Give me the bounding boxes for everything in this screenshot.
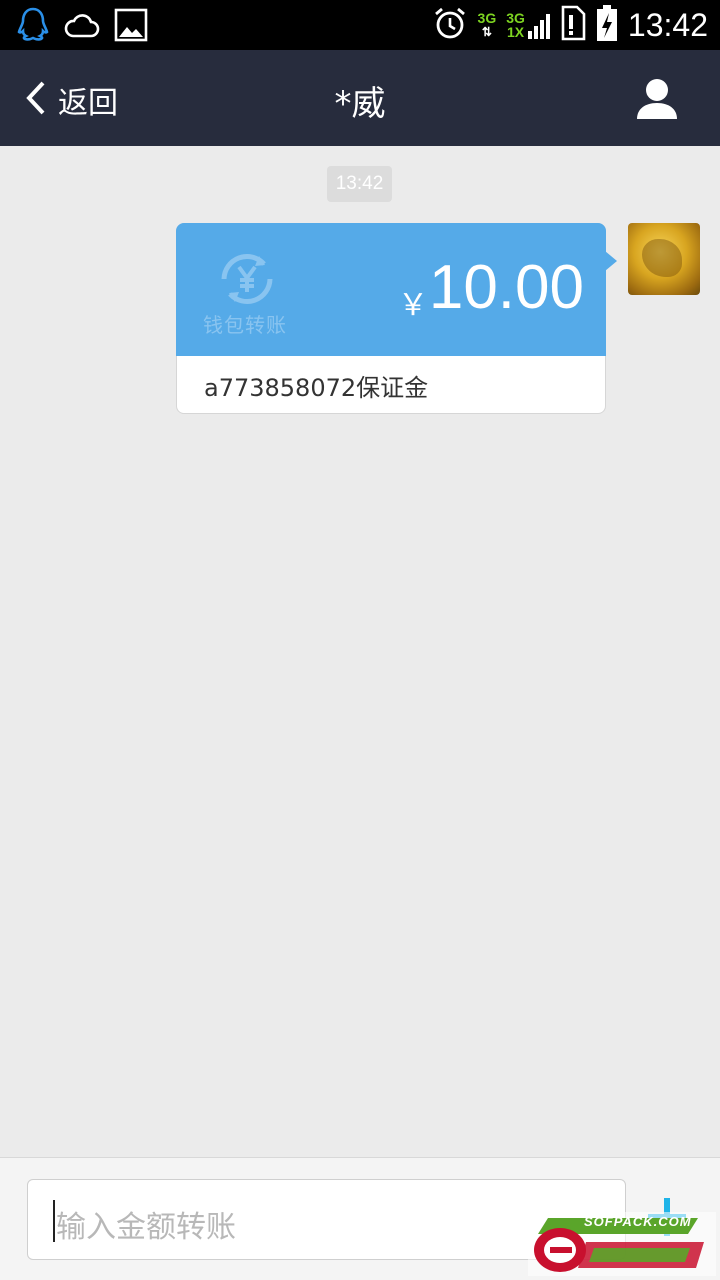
- status-bar: 3G ⇅ 3G 1X 13:42: [0, 0, 720, 50]
- transfer-note: a773858072保证金: [204, 374, 429, 402]
- message-timestamp: 13:42: [327, 166, 392, 202]
- profile-button[interactable]: [636, 76, 678, 124]
- transfer-card[interactable]: 钱包转账 ￥ 10.00 a773858072保证金: [176, 223, 617, 414]
- cloud-icon: [64, 11, 100, 43]
- watermark-logo: SOFPACK.COM: [528, 1212, 716, 1276]
- bubble-tail: [605, 251, 617, 271]
- chat-title: *威: [334, 84, 386, 124]
- gallery-icon: [114, 8, 148, 46]
- network-3g-1x: 3G 1X: [506, 11, 550, 39]
- clock: 13:42: [627, 7, 708, 43]
- transfer-amount: 10.00: [428, 253, 584, 322]
- notification-icons: [16, 6, 148, 48]
- watermark-text: SOFPACK.COM: [584, 1214, 692, 1229]
- profile-icon: [636, 79, 678, 124]
- sim-alert-icon: [560, 5, 586, 45]
- transfer-card-header: 钱包转账 ￥ 10.00: [176, 223, 606, 356]
- network-3g: 3G ⇅: [477, 10, 497, 39]
- battery-charging-icon: [596, 4, 618, 46]
- amount-input-placeholder: 输入金额转账: [56, 1210, 236, 1245]
- qq-icon: [16, 6, 50, 48]
- wallet-transfer-label: 钱包转账: [203, 313, 287, 337]
- chat-header: 返回 *威: [0, 50, 720, 146]
- avatar[interactable]: [628, 223, 700, 295]
- currency-symbol: ￥: [398, 288, 428, 323]
- alarm-icon: [432, 5, 468, 45]
- yuan-exchange-icon: [216, 248, 278, 314]
- signal-icon: [527, 11, 550, 39]
- system-status: 3G ⇅ 3G 1X 13:42: [432, 4, 708, 46]
- text-caret: [53, 1200, 55, 1242]
